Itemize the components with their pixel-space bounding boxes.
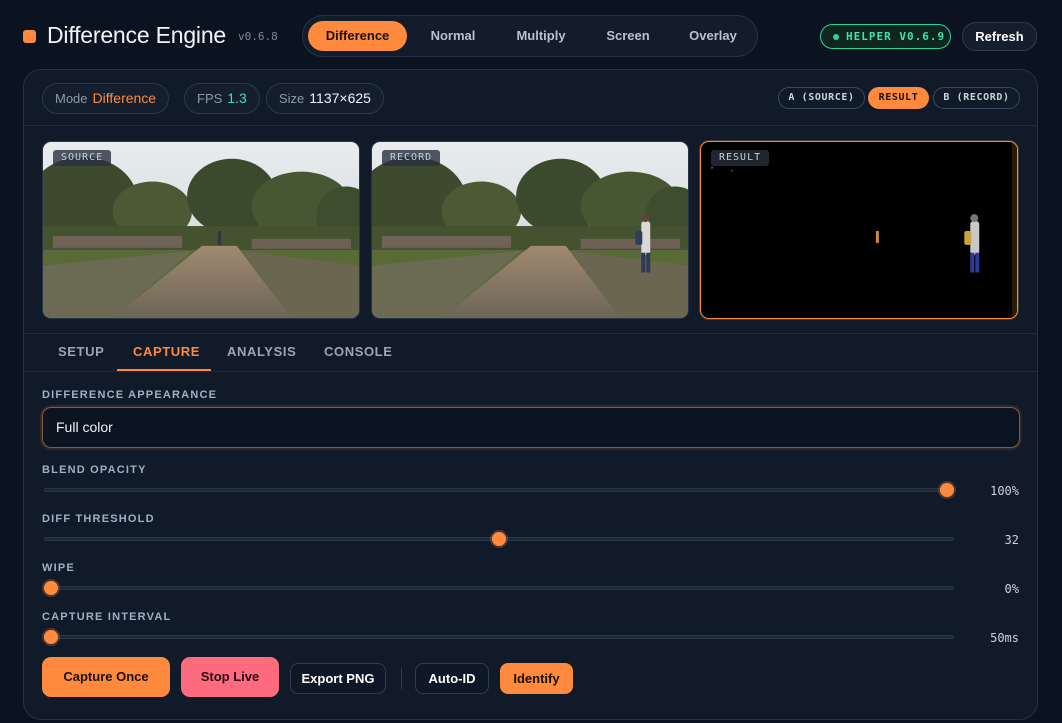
fps-chip-value: 1.3 xyxy=(227,90,247,106)
capture-once-button[interactable]: Capture Once xyxy=(42,657,170,697)
source-pane-label: SOURCE xyxy=(53,150,112,166)
diff-threshold-value: 32 xyxy=(1004,533,1019,547)
capture-interval-label: CAPTURE INTERVAL xyxy=(42,611,172,623)
auto-id-button[interactable]: Auto-ID xyxy=(415,663,489,694)
blend-mode-switcher: Difference Normal Multiply Screen Overla… xyxy=(302,15,758,57)
main-panel: Mode Difference FPS 1.3 Size 1137×625 A (SO… xyxy=(23,69,1038,720)
blend-opacity-track[interactable] xyxy=(44,488,954,492)
identify-button[interactable]: Identify xyxy=(500,663,573,694)
appearance-label: DIFFERENCE APPEARANCE xyxy=(42,389,218,401)
brand-logo-icon xyxy=(23,30,36,43)
app-title: Difference Engine xyxy=(47,22,227,48)
capture-interval-thumb[interactable] xyxy=(44,630,58,644)
mode-chip-value: Difference xyxy=(92,90,157,106)
source-pane[interactable]: SOURCE xyxy=(42,141,360,319)
view-result-toggle[interactable]: RESULT xyxy=(868,87,929,109)
tab-console[interactable]: CONSOLE xyxy=(324,344,392,372)
blend-opacity-label: BLEND OPACITY xyxy=(42,464,147,476)
size-chip-value: 1137×625 xyxy=(309,90,371,106)
helper-status-badge: HELPER V0.6.9 xyxy=(820,24,951,49)
tab-analysis[interactable]: ANALYSIS xyxy=(227,344,296,372)
mode-chip: Mode Difference xyxy=(42,83,170,114)
wipe-value: 0% xyxy=(1004,582,1019,596)
mode-screen[interactable]: Screen xyxy=(587,21,669,51)
mode-multiply[interactable]: Multiply xyxy=(499,21,583,51)
diff-threshold-thumb[interactable] xyxy=(492,532,506,546)
fps-chip: FPS 1.3 xyxy=(184,83,260,114)
helper-version-label: HELPER V0.6.9 xyxy=(846,30,946,43)
tab-capture[interactable]: CAPTURE xyxy=(133,344,200,372)
divider xyxy=(24,371,1037,372)
app-version: v0.6.8 xyxy=(238,30,278,43)
source-frame-image xyxy=(43,142,359,318)
wipe-thumb[interactable] xyxy=(44,581,58,595)
stop-live-button[interactable]: Stop Live xyxy=(181,657,279,697)
size-chip: Size 1137×625 xyxy=(266,83,384,114)
result-frame-image xyxy=(701,142,1017,318)
size-chip-key: Size xyxy=(279,91,305,106)
fps-chip-key: FPS xyxy=(197,91,223,106)
result-pane[interactable]: RESULT xyxy=(700,141,1018,319)
divider xyxy=(24,125,1037,126)
view-record-toggle[interactable]: B (RECORD) xyxy=(933,87,1020,109)
divider xyxy=(24,333,1037,334)
wipe-track[interactable] xyxy=(44,586,954,590)
record-pane[interactable]: RECORD xyxy=(371,141,689,319)
record-pane-label: RECORD xyxy=(382,150,441,166)
refresh-button[interactable]: Refresh xyxy=(962,22,1037,51)
blend-opacity-thumb[interactable] xyxy=(940,483,954,497)
appearance-select[interactable]: Full color xyxy=(42,407,1020,448)
record-frame-image xyxy=(372,142,688,318)
result-pane-label: RESULT xyxy=(711,150,770,166)
diff-threshold-label: DIFF THRESHOLD xyxy=(42,513,155,525)
tab-setup[interactable]: SETUP xyxy=(58,344,104,372)
mode-normal[interactable]: Normal xyxy=(411,21,495,51)
status-dot-icon xyxy=(833,34,839,40)
mode-overlay[interactable]: Overlay xyxy=(673,21,753,51)
export-png-button[interactable]: Export PNG xyxy=(290,663,386,694)
blend-opacity-value: 100% xyxy=(990,484,1019,498)
capture-interval-track[interactable] xyxy=(44,635,954,639)
capture-interval-value: 50ms xyxy=(990,631,1019,645)
toolbar-separator xyxy=(401,668,402,689)
wipe-label: WIPE xyxy=(42,562,75,574)
top-bar: Difference Engine v0.6.8 Difference Norm… xyxy=(0,0,1062,70)
mode-chip-key: Mode xyxy=(55,91,88,106)
view-source-toggle[interactable]: A (SOURCE) xyxy=(778,87,865,109)
mode-difference[interactable]: Difference xyxy=(308,21,407,51)
